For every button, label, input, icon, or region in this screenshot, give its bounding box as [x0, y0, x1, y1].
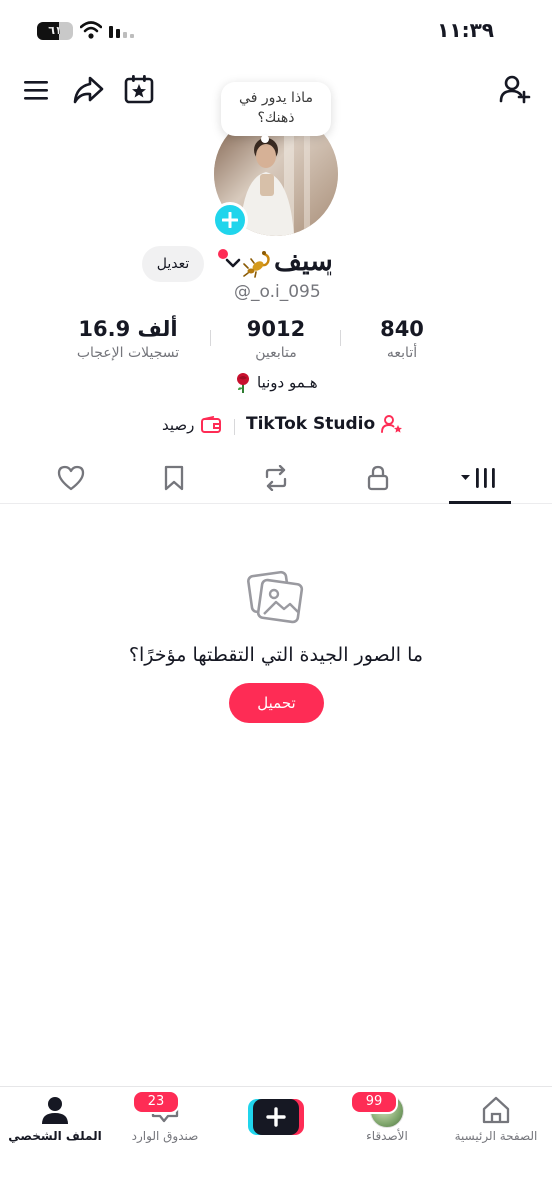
chevron-down-icon[interactable]	[224, 256, 242, 270]
repost-icon	[265, 465, 287, 491]
profile-bio: هـمو دونيا	[0, 372, 552, 394]
content-tabs	[0, 452, 552, 504]
followers-stat[interactable]: 9012 متابعين	[214, 316, 338, 364]
following-count: 840	[380, 317, 424, 341]
tab-videos[interactable]	[450, 452, 510, 504]
heart-icon	[57, 465, 85, 491]
studio-label: TikTok Studio	[246, 414, 376, 434]
name-mark: "	[326, 270, 333, 286]
status-time: ١١:٣٩	[437, 18, 494, 42]
nav-inbox-label: صندوق الوارد	[131, 1129, 199, 1143]
battery-level: ٦١	[48, 24, 62, 37]
likes-count: 16.9 ألف	[78, 317, 178, 341]
wallet-icon	[201, 416, 222, 433]
home-icon	[482, 1096, 510, 1124]
battery-icon: ٦١	[37, 22, 73, 40]
status-bar: ٦١ ١١:٣٩	[0, 0, 552, 60]
likes-stat[interactable]: 16.9 ألف تسجيلات الإعجاب	[66, 316, 190, 364]
bubble-line-1: ماذا يدور في	[239, 90, 313, 106]
links-divider	[234, 419, 235, 435]
likes-label: تسجيلات الإعجاب	[76, 345, 180, 361]
add-story-button[interactable]	[212, 202, 248, 238]
hamburger-menu-icon	[24, 81, 48, 100]
status-prompt-bubble[interactable]: ماذا يدور في ذهنك؟	[221, 82, 331, 143]
followers-count: 9012	[246, 317, 306, 341]
display-name: سيف	[274, 246, 333, 277]
empty-state-message: ما الصور الجيدة التي التقطتها مؤخرًا؟	[128, 644, 424, 666]
balance-label: رصيد	[162, 416, 195, 434]
share-arrow-icon	[73, 76, 104, 104]
scorpion-icon	[243, 251, 270, 278]
tab-liked[interactable]	[41, 452, 101, 504]
video-grid-icon	[461, 468, 495, 488]
stat-divider	[210, 330, 211, 346]
calendar-star-icon	[124, 75, 154, 104]
tab-favorites[interactable]	[144, 452, 204, 504]
edit-profile-button[interactable]: تعديل	[142, 246, 204, 282]
profile-stats: 16.9 ألف تسجيلات الإعجاب 9012 متابعين 84…	[60, 316, 492, 368]
cellular-signal-icon	[109, 26, 134, 38]
upload-button[interactable]: تحميل	[229, 683, 324, 723]
followers-label: متابعين	[255, 345, 297, 361]
photos-icon	[247, 570, 304, 624]
create-button[interactable]	[248, 1099, 304, 1135]
nav-friends-label: الأصدقاء	[366, 1129, 408, 1143]
nav-home[interactable]: الصفحة الرئيسية	[441, 1087, 551, 1167]
bubble-line-2: ذهنك؟	[257, 110, 295, 126]
nav-profile-label: الملف الشخصي	[8, 1129, 102, 1143]
tab-reposts[interactable]	[246, 452, 306, 504]
rose-icon	[237, 373, 250, 393]
tab-private[interactable]	[348, 452, 408, 504]
add-friend-button[interactable]	[498, 72, 532, 106]
wifi-icon	[80, 21, 102, 39]
plus-icon	[222, 212, 238, 228]
creator-star-icon	[381, 415, 403, 433]
inbox-badge: 23	[132, 1090, 180, 1114]
balance-link[interactable]: رصيد	[162, 416, 222, 434]
following-label: أتابعه	[386, 345, 418, 361]
nav-friends[interactable]: 99 الأصدقاء	[332, 1087, 442, 1167]
menu-button[interactable]	[20, 74, 52, 106]
bubble-tail	[261, 135, 269, 143]
share-profile-button[interactable]	[70, 72, 106, 108]
calendar-button[interactable]	[122, 72, 156, 106]
nav-profile[interactable]: الملف الشخصي	[0, 1087, 110, 1167]
quick-links: رصيد TikTok Studio	[0, 414, 552, 440]
tiktok-studio-link[interactable]: TikTok Studio	[246, 414, 403, 434]
lock-icon	[367, 465, 389, 491]
username[interactable]: @_o.i_095	[234, 282, 321, 302]
add-user-icon	[499, 75, 531, 104]
bottom-navigation: الملف الشخصي 23 صندوق الوارد 99 الأصدقاء…	[0, 1086, 552, 1194]
bookmark-icon	[164, 465, 184, 491]
bio-text: هـمو دونيا	[257, 373, 318, 392]
following-stat[interactable]: 840 أتابعه	[340, 316, 464, 364]
nav-inbox[interactable]: 23 صندوق الوارد	[110, 1087, 220, 1167]
person-icon	[42, 1097, 68, 1124]
active-tab-indicator	[449, 501, 511, 504]
nav-home-label: الصفحة الرئيسية	[454, 1129, 538, 1143]
friends-badge: 99	[350, 1090, 398, 1114]
create-plus-icon	[248, 1099, 304, 1135]
